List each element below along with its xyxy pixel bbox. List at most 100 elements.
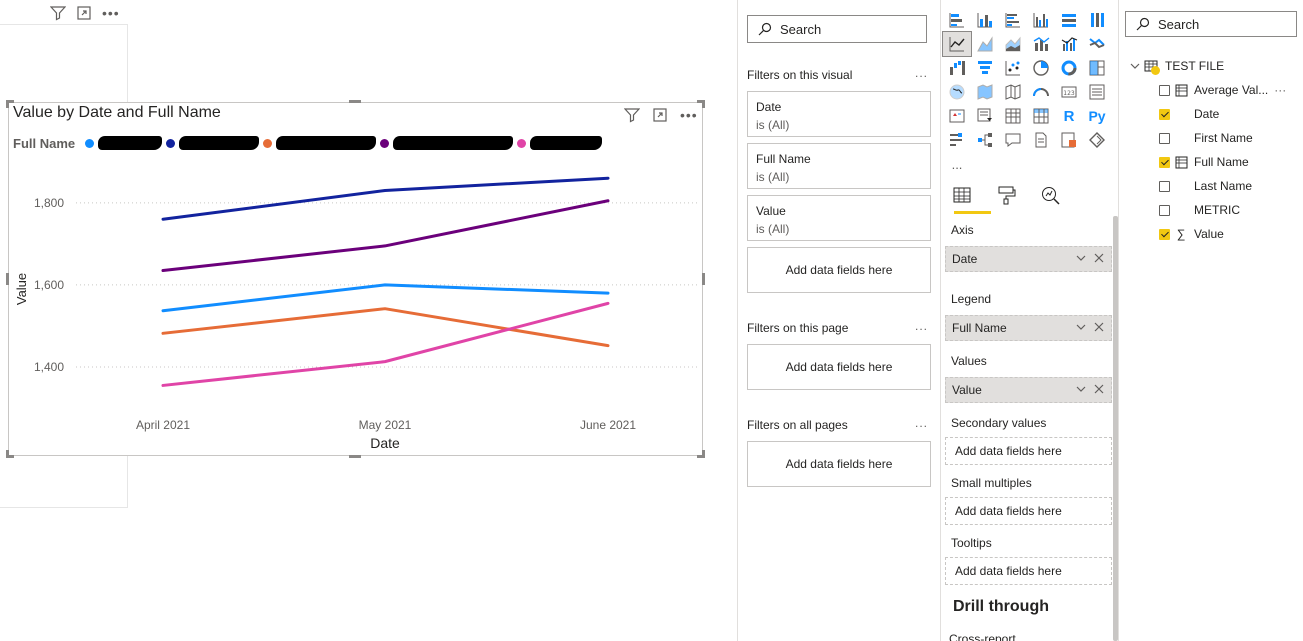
field-checkbox[interactable] (1159, 228, 1170, 240)
power-apps-icon[interactable] (1083, 128, 1111, 152)
map-icon[interactable] (943, 80, 971, 104)
filter-icon[interactable] (50, 5, 66, 21)
field-checkbox[interactable] (1159, 108, 1170, 120)
all-pages-filter-drop-zone[interactable]: Add data fields here (747, 441, 931, 487)
field-checkbox[interactable] (1159, 84, 1170, 96)
active-tab-indicator (954, 211, 991, 214)
series-line[interactable] (161, 301, 610, 387)
close-icon[interactable] (1093, 383, 1105, 395)
paginated-report-icon[interactable] (1055, 128, 1083, 152)
stacked-column-chart-icon[interactable] (971, 8, 999, 32)
key-influencers-icon[interactable] (943, 128, 971, 152)
field-item[interactable]: Full Name (1159, 152, 1249, 172)
resize-handle[interactable] (349, 100, 361, 103)
slicer-icon[interactable] (971, 104, 999, 128)
kpi-icon[interactable] (943, 104, 971, 128)
python-visual-icon[interactable]: Py (1083, 104, 1111, 128)
treemap-icon[interactable] (1083, 56, 1111, 80)
funnel-chart-icon[interactable] (971, 56, 999, 80)
values-field-pill[interactable]: Value (945, 377, 1112, 403)
waterfall-chart-icon[interactable] (943, 56, 971, 80)
analytics-magnifier-icon[interactable] (1039, 184, 1061, 206)
field-checkbox[interactable] (1159, 204, 1170, 216)
line-and-clustered-column-chart-icon[interactable] (1055, 32, 1083, 56)
field-checkbox[interactable] (1159, 180, 1170, 192)
field-item[interactable]: Last Name (1159, 176, 1252, 196)
clustered-column-chart-icon[interactable] (1027, 8, 1055, 32)
format-paint-roller-icon[interactable] (995, 184, 1017, 206)
focus-mode-icon[interactable] (76, 5, 92, 21)
resize-handle[interactable] (702, 100, 705, 108)
legend-item[interactable] (263, 136, 377, 150)
100-stacked-column-chart-icon[interactable] (1083, 8, 1111, 32)
qa-visual-icon[interactable] (999, 128, 1027, 152)
legend-item[interactable] (380, 136, 514, 150)
matrix-icon[interactable] (1027, 104, 1055, 128)
decomposition-tree-icon[interactable] (971, 128, 999, 152)
clustered-bar-chart-icon[interactable] (999, 8, 1027, 32)
legend-field-pill[interactable]: Full Name (945, 315, 1112, 341)
focus-mode-icon[interactable] (652, 107, 668, 123)
close-icon[interactable] (1093, 252, 1105, 264)
chevron-down-icon[interactable] (1075, 252, 1087, 264)
secondary-values-drop-zone[interactable]: Add data fields here (945, 437, 1112, 465)
field-checkbox[interactable] (1159, 156, 1170, 168)
gauge-icon[interactable] (1027, 80, 1055, 104)
filter-card-full-name[interactable]: Full Name is (All) (747, 143, 931, 189)
filled-map-icon[interactable] (971, 80, 999, 104)
field-item[interactable]: Average Val... ··· (1159, 80, 1286, 100)
more-options-icon[interactable]: ... (915, 66, 928, 80)
stacked-bar-chart-icon[interactable] (943, 8, 971, 32)
filters-search-input[interactable]: Search (747, 15, 927, 43)
line-chart-icon[interactable] (942, 31, 972, 57)
page-filter-drop-zone[interactable]: Add data fields here (747, 344, 931, 390)
tooltips-drop-zone[interactable]: Add data fields here (945, 557, 1112, 585)
field-checkbox[interactable] (1159, 132, 1170, 144)
axis-field-pill[interactable]: Date (945, 246, 1112, 272)
smart-narrative-icon[interactable] (1027, 128, 1055, 152)
filter-card-date[interactable]: Date is (All) (747, 91, 931, 137)
r-script-visual-icon[interactable]: R (1055, 104, 1083, 128)
search-icon (758, 22, 772, 36)
table-visual-icon[interactable] (999, 104, 1027, 128)
resize-handle[interactable] (6, 100, 9, 108)
multi-row-card-icon[interactable] (1083, 80, 1111, 104)
filter-card-value[interactable]: Value is (All) (747, 195, 931, 241)
more-visuals-icon[interactable]: ... (943, 152, 971, 176)
scatter-chart-icon[interactable] (999, 56, 1027, 80)
chevron-down-icon[interactable] (1075, 383, 1087, 395)
more-options-icon[interactable]: ••• (680, 107, 698, 123)
legend-item[interactable] (517, 136, 603, 150)
series-line[interactable] (161, 283, 610, 313)
shape-map-icon[interactable] (999, 80, 1027, 104)
visual-filter-drop-zone[interactable]: Add data fields here (747, 247, 931, 293)
legend-item[interactable] (85, 136, 163, 150)
table-node-test-file[interactable]: TEST FILE (1129, 56, 1224, 76)
field-item[interactable]: ∑ Value (1159, 224, 1224, 244)
close-icon[interactable] (1093, 321, 1105, 333)
ribbon-chart-icon[interactable] (1083, 32, 1111, 56)
field-item[interactable]: METRIC (1159, 200, 1240, 220)
fields-search-input[interactable]: Search (1125, 11, 1297, 37)
chevron-down-icon[interactable] (1075, 321, 1087, 333)
chevron-down-icon[interactable] (1129, 60, 1141, 72)
filter-icon[interactable] (624, 107, 640, 123)
more-options-icon[interactable]: ... (915, 416, 928, 430)
small-multiples-drop-zone[interactable]: Add data fields here (945, 497, 1112, 525)
more-options-icon[interactable]: ··· (1274, 83, 1286, 97)
more-options-icon[interactable]: ... (915, 319, 928, 333)
field-item[interactable]: First Name (1159, 128, 1253, 148)
area-chart-icon[interactable] (971, 32, 999, 56)
stacked-area-chart-icon[interactable] (999, 32, 1027, 56)
legend-item[interactable] (166, 136, 260, 150)
fields-tab-icon[interactable] (951, 184, 973, 206)
viz-tabs (951, 184, 1061, 206)
donut-chart-icon[interactable] (1055, 56, 1083, 80)
line-and-stacked-column-chart-icon[interactable] (1027, 32, 1055, 56)
pie-chart-icon[interactable] (1027, 56, 1055, 80)
100-stacked-bar-chart-icon[interactable] (1055, 8, 1083, 32)
more-options-icon[interactable]: ••• (102, 5, 120, 21)
series-line[interactable] (161, 307, 610, 348)
field-item[interactable]: Date (1159, 104, 1219, 124)
card-icon[interactable]: 123 (1055, 80, 1083, 104)
